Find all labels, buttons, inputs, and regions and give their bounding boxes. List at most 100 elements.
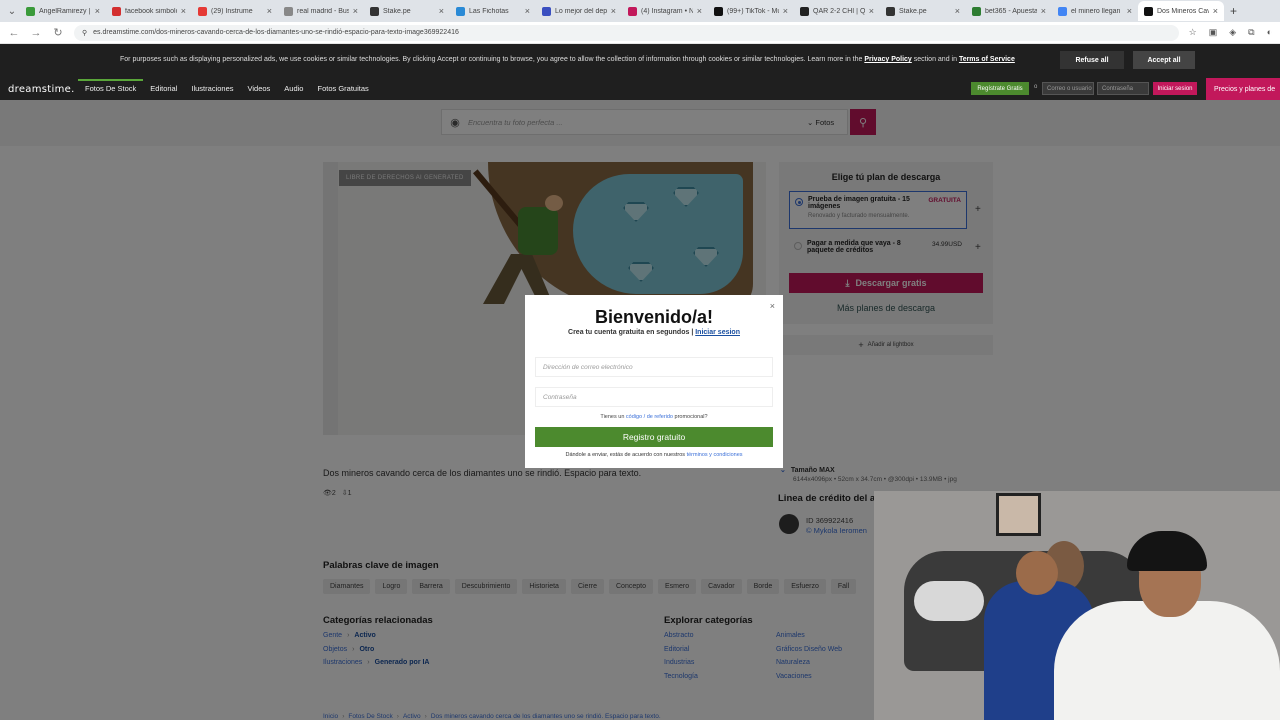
extension-icon[interactable]: ▣ xyxy=(1209,27,1218,38)
extension2-icon[interactable]: ◈ xyxy=(1229,27,1236,38)
tab-favicon-icon xyxy=(1058,6,1067,16)
tab-favicon-icon xyxy=(972,6,981,16)
accept-all-button[interactable]: Accept all xyxy=(1133,51,1195,69)
browser-tab[interactable]: AngelRamirezy | × xyxy=(20,1,106,21)
tab-title: Dos Mineros Cav xyxy=(1157,7,1209,15)
tab-title: (29) Instrume xyxy=(211,7,253,15)
tab-close-icon[interactable]: × xyxy=(611,6,616,16)
modal-login-link[interactable]: Iniciar sesion xyxy=(695,329,740,336)
tab-favicon-icon xyxy=(714,6,723,16)
header-login-button[interactable]: Iniciar sesion xyxy=(1153,82,1197,95)
tab-title: Las Fichotas xyxy=(469,7,509,15)
browser-tabstrip: ⌄ AngelRamirezy | × facebook simbolo × (29) … xyxy=(0,0,1280,22)
tab-title: (4) Instagram • N xyxy=(641,7,693,15)
browser-tab[interactable]: (99+) TikTok - Mus × xyxy=(708,1,794,21)
tab-title: QAR 2-2 CHI | Q xyxy=(813,7,865,15)
tab-title: Stake.pe xyxy=(383,7,411,15)
tab-title: el minero llegan xyxy=(1071,7,1121,15)
password-field[interactable]: Contraseña xyxy=(535,387,773,407)
cookie-notice: For purposes such as displaying personal… xyxy=(120,56,1015,63)
dreamstime-logo[interactable]: dreamstime. xyxy=(8,84,75,95)
browser-tab[interactable]: Lo mejor del dep × xyxy=(536,1,622,21)
tab-close-icon[interactable]: × xyxy=(525,6,530,16)
header-password-input[interactable]: Contraseña xyxy=(1097,82,1149,95)
forward-icon[interactable]: → xyxy=(30,27,42,39)
tab-favicon-icon xyxy=(800,6,809,16)
browser-tab[interactable]: (29) Instrume × xyxy=(192,1,278,21)
tab-favicon-icon xyxy=(198,6,207,16)
modal-subtitle-text: Crea tu cuenta gratuita en segundos | xyxy=(568,329,694,336)
cookie-text-mid: section and in xyxy=(913,56,957,63)
pricing-plans-button[interactable]: Precios y planes de xyxy=(1206,78,1280,100)
modal-subtitle: Crea tu cuenta gratuita en segundos | In… xyxy=(525,329,783,336)
tab-title: bet365 - Apuesta xyxy=(985,7,1037,15)
tab-favicon-icon xyxy=(112,6,121,16)
nav-fotos-de-stock[interactable]: Fotos De Stock xyxy=(78,79,144,93)
main-nav: Fotos De Stock Editorial Ilustraciones V… xyxy=(78,79,376,96)
site-header: For purposes such as displaying personal… xyxy=(0,44,1280,100)
referral-code-link[interactable]: código / de referido xyxy=(626,414,673,420)
or-label: o xyxy=(1034,84,1038,90)
tab-title: AngelRamirezy | xyxy=(39,7,91,15)
browser-tab[interactable]: el minero llegan × xyxy=(1052,1,1138,21)
browser-tab[interactable]: QAR 2-2 CHI | Q × xyxy=(794,1,880,21)
nav-audio[interactable]: Audio xyxy=(277,82,310,96)
referral-code-text: Tienes un código / de referido promocion… xyxy=(600,414,708,420)
privacy-policy-link[interactable]: Privacy Policy xyxy=(864,56,911,63)
browser-tab[interactable]: bet365 - Apuesta × xyxy=(966,1,1052,21)
tab-close-icon[interactable]: × xyxy=(869,6,874,16)
browser-tab[interactable]: Stake.pe × xyxy=(880,1,966,21)
tab-close-icon[interactable]: × xyxy=(439,6,444,16)
reload-icon[interactable]: ↻ xyxy=(52,26,64,39)
tab-favicon-icon xyxy=(370,6,379,16)
modal-title: Bienvenido/a! xyxy=(594,307,714,327)
header-register-button[interactable]: Regístrate Gratis xyxy=(971,82,1029,95)
tab-favicon-icon xyxy=(628,6,637,16)
profile-icon[interactable]: ◐ xyxy=(1267,27,1272,38)
bookmark-star-icon[interactable]: ☆ xyxy=(1189,27,1197,38)
tab-close-icon[interactable]: × xyxy=(955,6,960,16)
tab-search-icon[interactable]: ⌄ xyxy=(4,6,20,17)
nav-editorial[interactable]: Editorial xyxy=(143,82,184,96)
register-free-button[interactable]: Registro gratuito xyxy=(535,427,773,447)
nav-videos[interactable]: Videos xyxy=(241,82,278,96)
tab-close-icon[interactable]: × xyxy=(1127,6,1132,16)
terms-text: Dándole a enviar, estás de acuerdo con n… xyxy=(565,452,743,458)
nav-fotos-gratuitas[interactable]: Fotos Gratuitas xyxy=(310,82,375,96)
tab-close-icon[interactable]: × xyxy=(181,6,186,16)
tab-favicon-icon xyxy=(26,6,35,16)
webcam-overlay xyxy=(874,491,1280,720)
tab-close-icon[interactable]: × xyxy=(697,6,702,16)
tab-close-icon[interactable]: × xyxy=(1041,6,1046,16)
browser-tab[interactable]: (4) Instagram • N × xyxy=(622,1,708,21)
site-info-icon[interactable]: ⚲ xyxy=(82,29,87,37)
tab-favicon-icon xyxy=(542,6,551,16)
browser-tab[interactable]: facebook simbolo × xyxy=(106,1,192,21)
tab-close-icon[interactable]: × xyxy=(267,6,272,16)
tab-title: (99+) TikTok - Mus xyxy=(727,7,779,15)
browser-tab[interactable]: Las Fichotas × xyxy=(450,1,536,21)
url-text: es.dreamstime.com/dos-mineros-cavando-ce… xyxy=(93,29,459,36)
tab-title: Lo mejor del dep xyxy=(555,7,607,15)
tab-favicon-icon xyxy=(1144,6,1153,16)
refuse-all-button[interactable]: Refuse all xyxy=(1060,51,1124,69)
nav-ilustraciones[interactable]: Ilustraciones xyxy=(184,82,240,96)
tab-close-icon[interactable]: × xyxy=(353,6,358,16)
url-field[interactable]: ⚲ es.dreamstime.com/dos-mineros-cavando-… xyxy=(74,24,1179,41)
terms-link[interactable]: Terms of Service xyxy=(959,56,1015,63)
back-icon[interactable]: ← xyxy=(8,27,20,39)
extensions-menu-icon[interactable]: ⧉ xyxy=(1248,27,1254,38)
header-user-input[interactable]: Correo o usuario xyxy=(1042,82,1094,95)
tab-close-icon[interactable]: × xyxy=(783,6,788,16)
tab-close-icon[interactable]: × xyxy=(1213,6,1218,16)
browser-tab[interactable]: Stake.pe × xyxy=(364,1,450,21)
welcome-modal: × Bienvenido/a! Crea tu cuenta gratuita … xyxy=(525,295,783,468)
tab-close-icon[interactable]: × xyxy=(95,6,100,16)
terms-conditions-link[interactable]: términos y condiciones xyxy=(687,452,743,458)
browser-tab[interactable]: Dos Mineros Cav × xyxy=(1138,1,1224,21)
cookie-text: For purposes such as displaying personal… xyxy=(120,56,863,63)
tab-favicon-icon xyxy=(456,6,465,16)
browser-tab[interactable]: real madrid - Bus × xyxy=(278,1,364,21)
email-field[interactable]: Dirección de correo electrónico xyxy=(535,357,773,377)
new-tab-button[interactable]: + xyxy=(1230,4,1237,18)
